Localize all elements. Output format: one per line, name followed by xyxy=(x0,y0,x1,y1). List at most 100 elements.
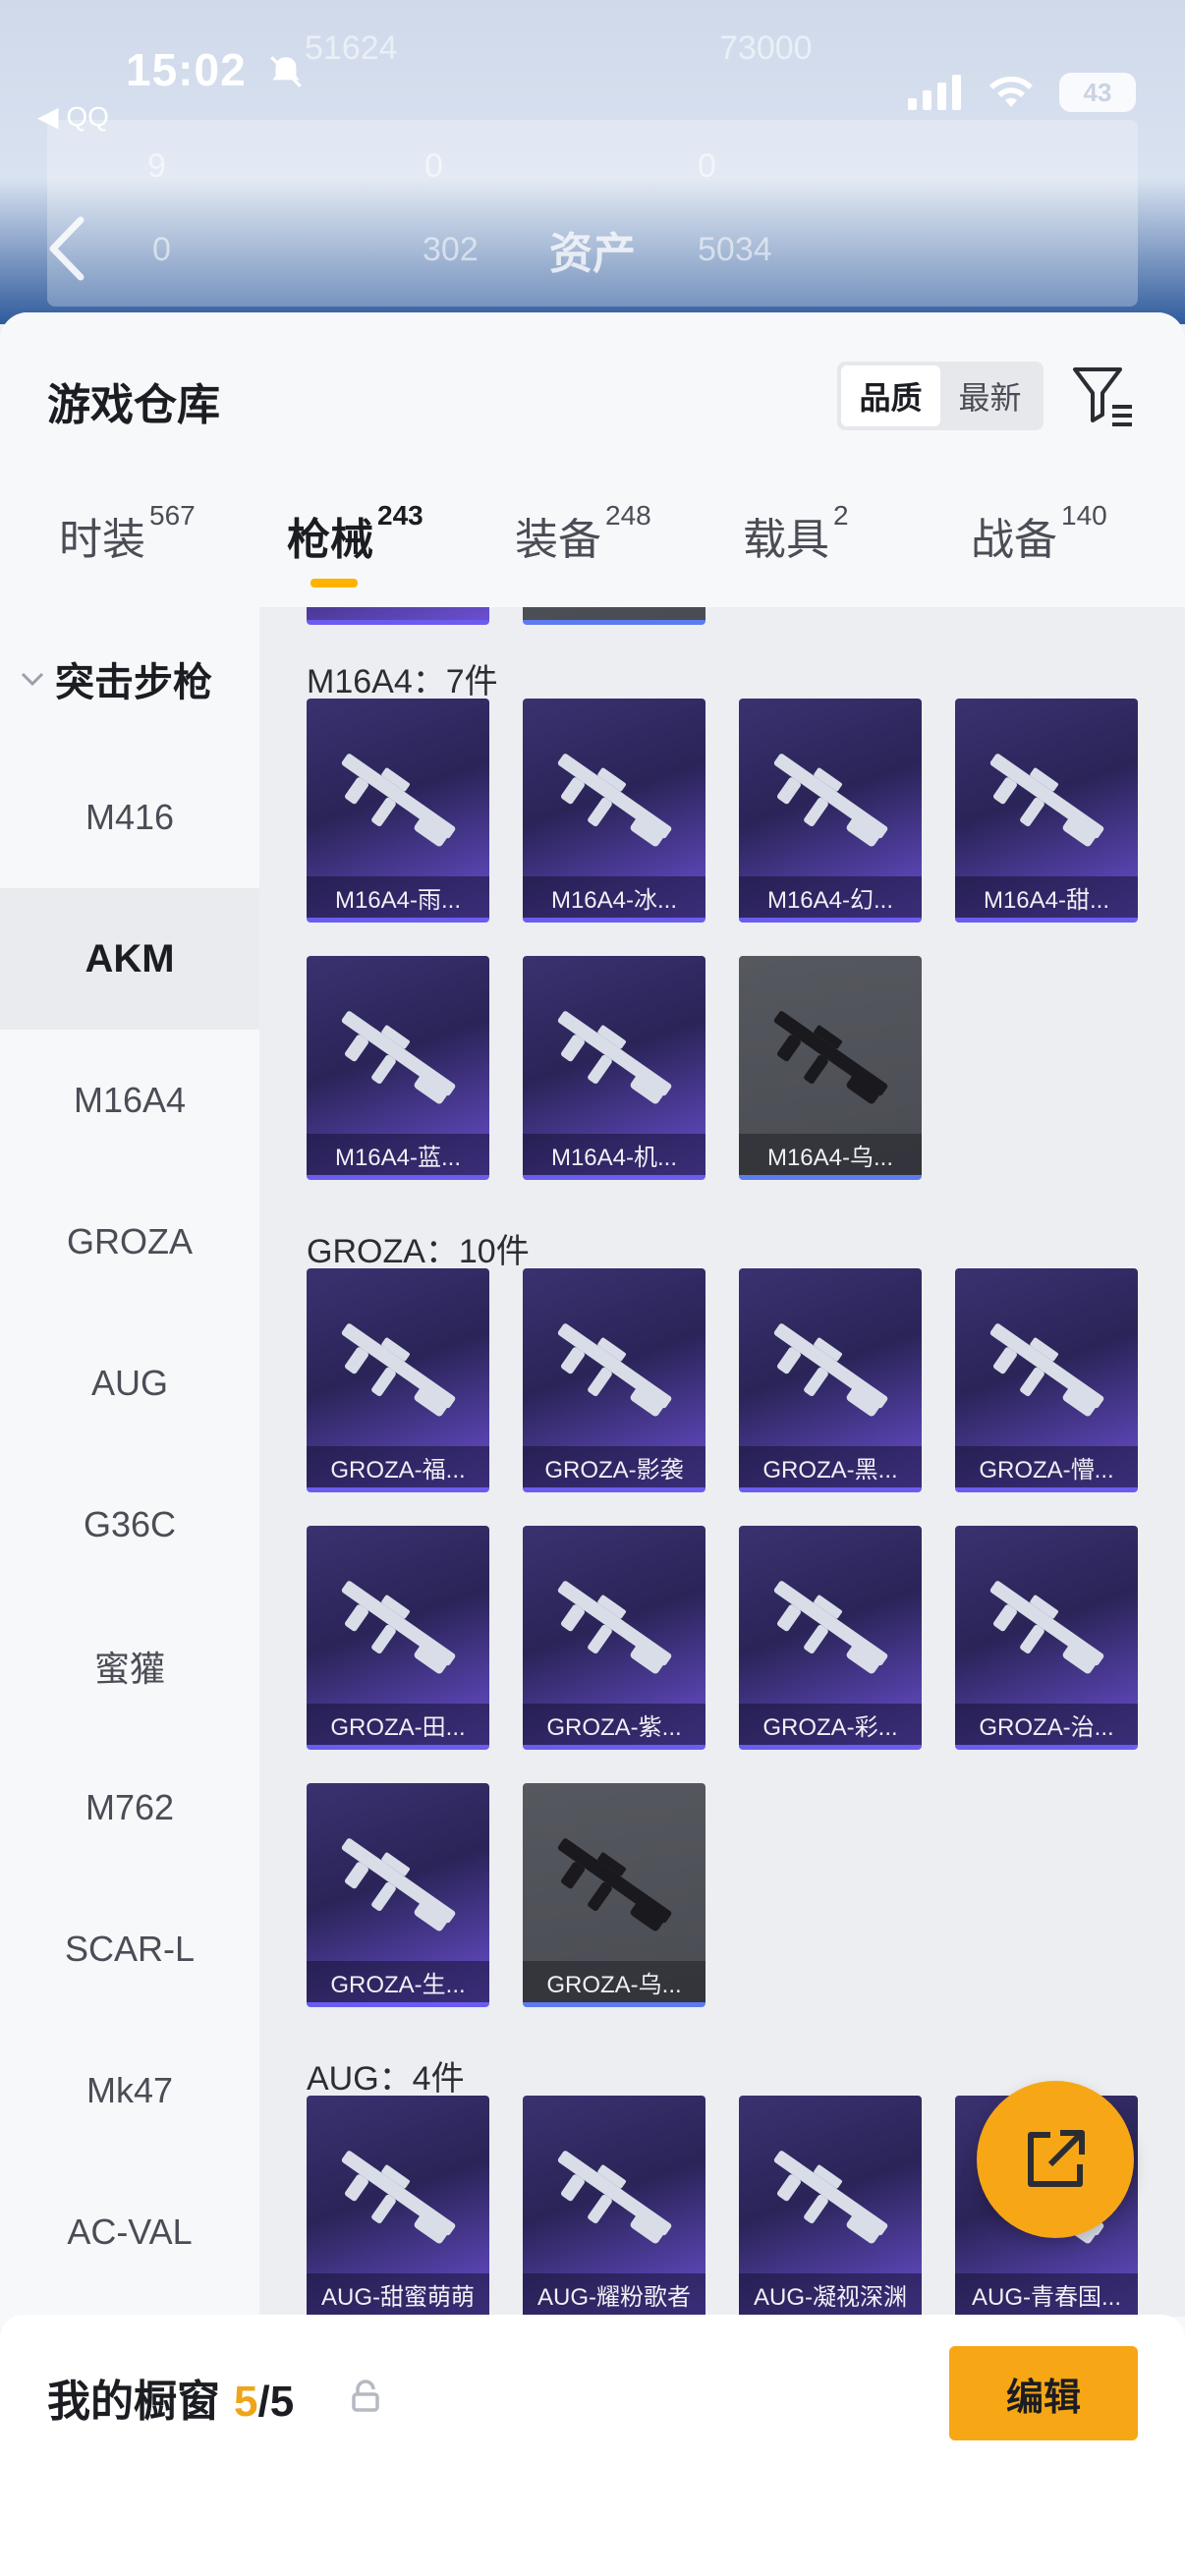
weapon-card[interactable]: GROZA-紫... xyxy=(523,1526,705,1750)
chevron-down-icon xyxy=(21,672,44,687)
sidebar-item[interactable]: SCAR-L xyxy=(0,1878,259,2020)
weapon-skin-icon xyxy=(341,2151,456,2244)
ghost-value: 0 xyxy=(698,147,716,185)
sidebar-group-assault-rifles[interactable]: 突击步枪 xyxy=(20,650,212,707)
share-button[interactable] xyxy=(977,2081,1134,2238)
weapon-skin-icon xyxy=(341,1838,456,1932)
sidebar-item[interactable]: M762 xyxy=(0,1737,259,1878)
showcase-label: 我的橱窗 5 /5 xyxy=(47,2366,294,2429)
weapon-card[interactable]: M16A4-蓝... xyxy=(307,956,489,1180)
background-header: 51624 73000 9 0 0 0 302 5034 15:02 ◀ QQ … xyxy=(0,0,1185,324)
weapon-card[interactable]: GROZA-黑... xyxy=(739,1268,922,1492)
tab-label: 时装 xyxy=(59,516,145,564)
weapon-card[interactable]: AUG-凝视深渊 xyxy=(739,2096,922,2317)
tab-label: 枪械 xyxy=(287,516,373,564)
status-indicators: 43 xyxy=(908,73,1136,112)
weapon-card[interactable]: GROZA-懵... xyxy=(955,1268,1138,1492)
tab-count: 243 xyxy=(377,500,423,532)
sidebar-item[interactable]: AC-VAL xyxy=(0,2161,259,2303)
weapon-card-name: M16A4-冰... xyxy=(523,876,705,918)
sort-quality-button[interactable]: 品质 xyxy=(841,365,940,426)
weapon-skin-icon xyxy=(341,1581,456,1674)
sidebar-item[interactable]: 蜜獾 xyxy=(0,1596,259,1737)
tab-count: 2 xyxy=(833,500,849,532)
weapon-skin-icon xyxy=(557,1011,672,1104)
weapon-card-partial[interactable] xyxy=(307,607,489,625)
tab-count: 567 xyxy=(149,500,196,532)
tab-label: 装备 xyxy=(515,516,601,564)
weapon-card[interactable]: GROZA-田... xyxy=(307,1526,489,1750)
weapon-card-name: GROZA-彩... xyxy=(739,1704,922,1745)
weapon-card[interactable]: GROZA-生... xyxy=(307,1783,489,2007)
sort-segmented-control: 品质 最新 xyxy=(837,362,1044,430)
weapon-card[interactable]: GROZA-彩... xyxy=(739,1526,922,1750)
weapon-card[interactable]: M16A4-冰... xyxy=(523,699,705,923)
weapon-skin-icon xyxy=(989,1323,1104,1417)
weapon-skin-icon xyxy=(989,754,1104,847)
weapon-card[interactable]: GROZA-乌... xyxy=(523,1783,705,2007)
sidebar-item[interactable]: Mk47 xyxy=(0,2020,259,2161)
tab-supplies[interactable]: 战备140 xyxy=(971,500,1107,567)
weapon-card-partial[interactable] xyxy=(523,607,705,625)
weapon-skin-icon xyxy=(557,1581,672,1674)
page-title-faded: 资产 xyxy=(549,230,636,278)
tab-guns[interactable]: 枪械243 xyxy=(287,500,423,567)
weapon-card[interactable]: M16A4-甜... xyxy=(955,699,1138,923)
tab-label: 载具 xyxy=(743,516,829,564)
tab-vehicles[interactable]: 载具2 xyxy=(743,500,849,567)
sidebar-item[interactable]: AKM xyxy=(0,888,259,1030)
status-time: 15:02 xyxy=(126,44,247,95)
tab-label: 战备 xyxy=(971,516,1057,564)
sidebar-item[interactable]: M416 xyxy=(0,747,259,888)
weapon-skin-icon xyxy=(557,754,672,847)
weapon-card[interactable]: M16A4-乌... xyxy=(739,956,922,1180)
sort-latest-button[interactable]: 最新 xyxy=(940,365,1040,426)
section-title: GROZA：10件 xyxy=(307,1233,530,1270)
tab-equipment[interactable]: 装备248 xyxy=(515,500,651,567)
lock-icon[interactable] xyxy=(350,2380,381,2413)
weapon-card-name: AUG-甜蜜萌萌 xyxy=(307,2273,489,2315)
weapon-card-name: GROZA-福... xyxy=(307,1446,489,1487)
weapon-card[interactable]: M16A4-雨... xyxy=(307,699,489,923)
weapon-card[interactable]: M16A4-幻... xyxy=(739,699,922,923)
showcase-bar: 我的橱窗 5 /5 编辑 xyxy=(0,2315,1185,2576)
share-export-icon xyxy=(1028,2130,1085,2187)
weapon-card-name: M16A4-雨... xyxy=(307,876,489,918)
sidebar-item[interactable]: M16A4 xyxy=(0,1030,259,1171)
tab-fashion[interactable]: 时装567 xyxy=(59,500,196,567)
weapon-card-name: GROZA-影袭 xyxy=(523,1446,705,1487)
weapon-skin-icon xyxy=(341,1011,456,1104)
ghost-value: 0 xyxy=(424,147,443,185)
battery-indicator: 43 xyxy=(1059,73,1136,112)
section-title: AUG：4件 xyxy=(307,2060,465,2098)
weapon-card[interactable]: AUG-耀粉歌者 xyxy=(523,2096,705,2317)
weapon-card-name: GROZA-治... xyxy=(955,1704,1138,1745)
weapon-card-name: GROZA-紫... xyxy=(523,1704,705,1745)
ghost-value: 51624 xyxy=(305,29,398,67)
tab-count: 248 xyxy=(605,500,651,532)
filter-icon[interactable] xyxy=(1071,362,1136,430)
weapon-skin-grid: M16A4：7件 M16A4-雨... M16A4-冰... M16A4-幻... M1… xyxy=(259,607,1185,2317)
sidebar-item[interactable]: G36C xyxy=(0,1454,259,1596)
weapon-card-name: GROZA-田... xyxy=(307,1704,489,1745)
sheet-title: 游戏仓库 xyxy=(47,381,220,429)
sidebar-item[interactable]: AUG xyxy=(0,1313,259,1454)
showcase-title: 我的橱窗 xyxy=(47,2378,220,2426)
weapon-card-name: AUG-凝视深渊 xyxy=(739,2273,922,2315)
weapon-skin-icon xyxy=(773,2151,888,2244)
weapon-card-name: GROZA-乌... xyxy=(523,1961,705,2002)
weapon-card[interactable]: AUG-甜蜜萌萌 xyxy=(307,2096,489,2317)
signal-icon xyxy=(908,75,961,110)
sidebar-item[interactable]: GROZA xyxy=(0,1171,259,1313)
weapon-card[interactable]: GROZA-影袭 xyxy=(523,1268,705,1492)
weapon-card[interactable]: GROZA-治... xyxy=(955,1526,1138,1750)
weapon-card-name: GROZA-懵... xyxy=(955,1446,1138,1487)
weapon-card[interactable]: M16A4-机... xyxy=(523,956,705,1180)
weapon-skin-icon xyxy=(773,754,888,847)
showcase-total: /5 xyxy=(257,2378,295,2426)
weapon-card-name: AUG-青春国... xyxy=(955,2273,1138,2315)
wifi-icon xyxy=(989,76,1033,107)
weapon-card[interactable]: GROZA-福... xyxy=(307,1268,489,1492)
back-to-app-link[interactable]: ◀ QQ xyxy=(37,100,109,133)
edit-button[interactable]: 编辑 xyxy=(949,2346,1138,2440)
